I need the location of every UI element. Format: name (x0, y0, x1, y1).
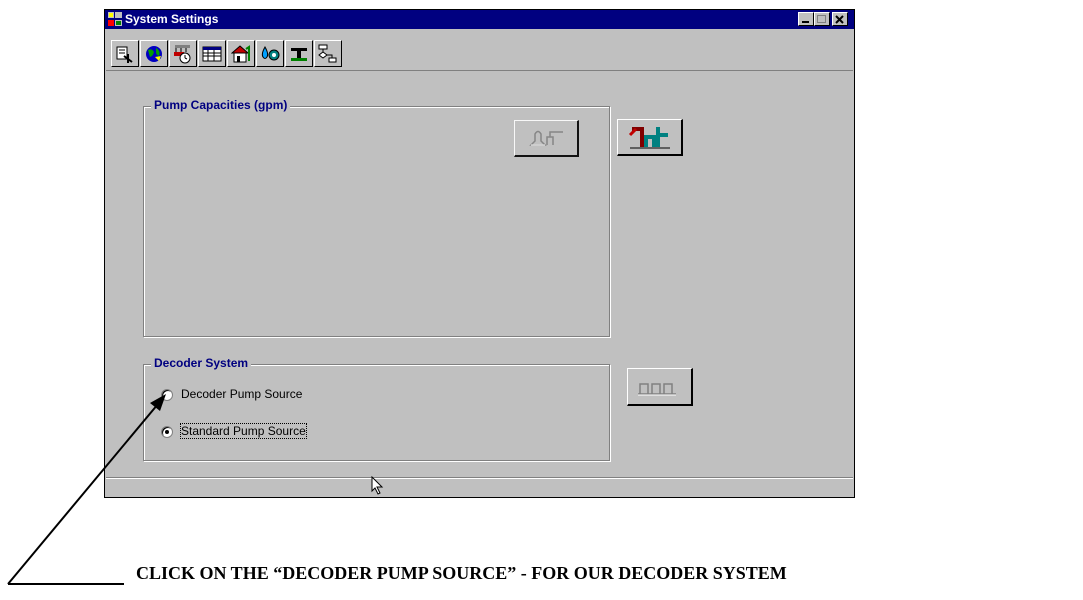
instruction-caption: CLICK ON THE “DECODER PUMP SOURCE” - FOR… (136, 563, 787, 583)
callout-arrow-icon (7, 394, 166, 585)
